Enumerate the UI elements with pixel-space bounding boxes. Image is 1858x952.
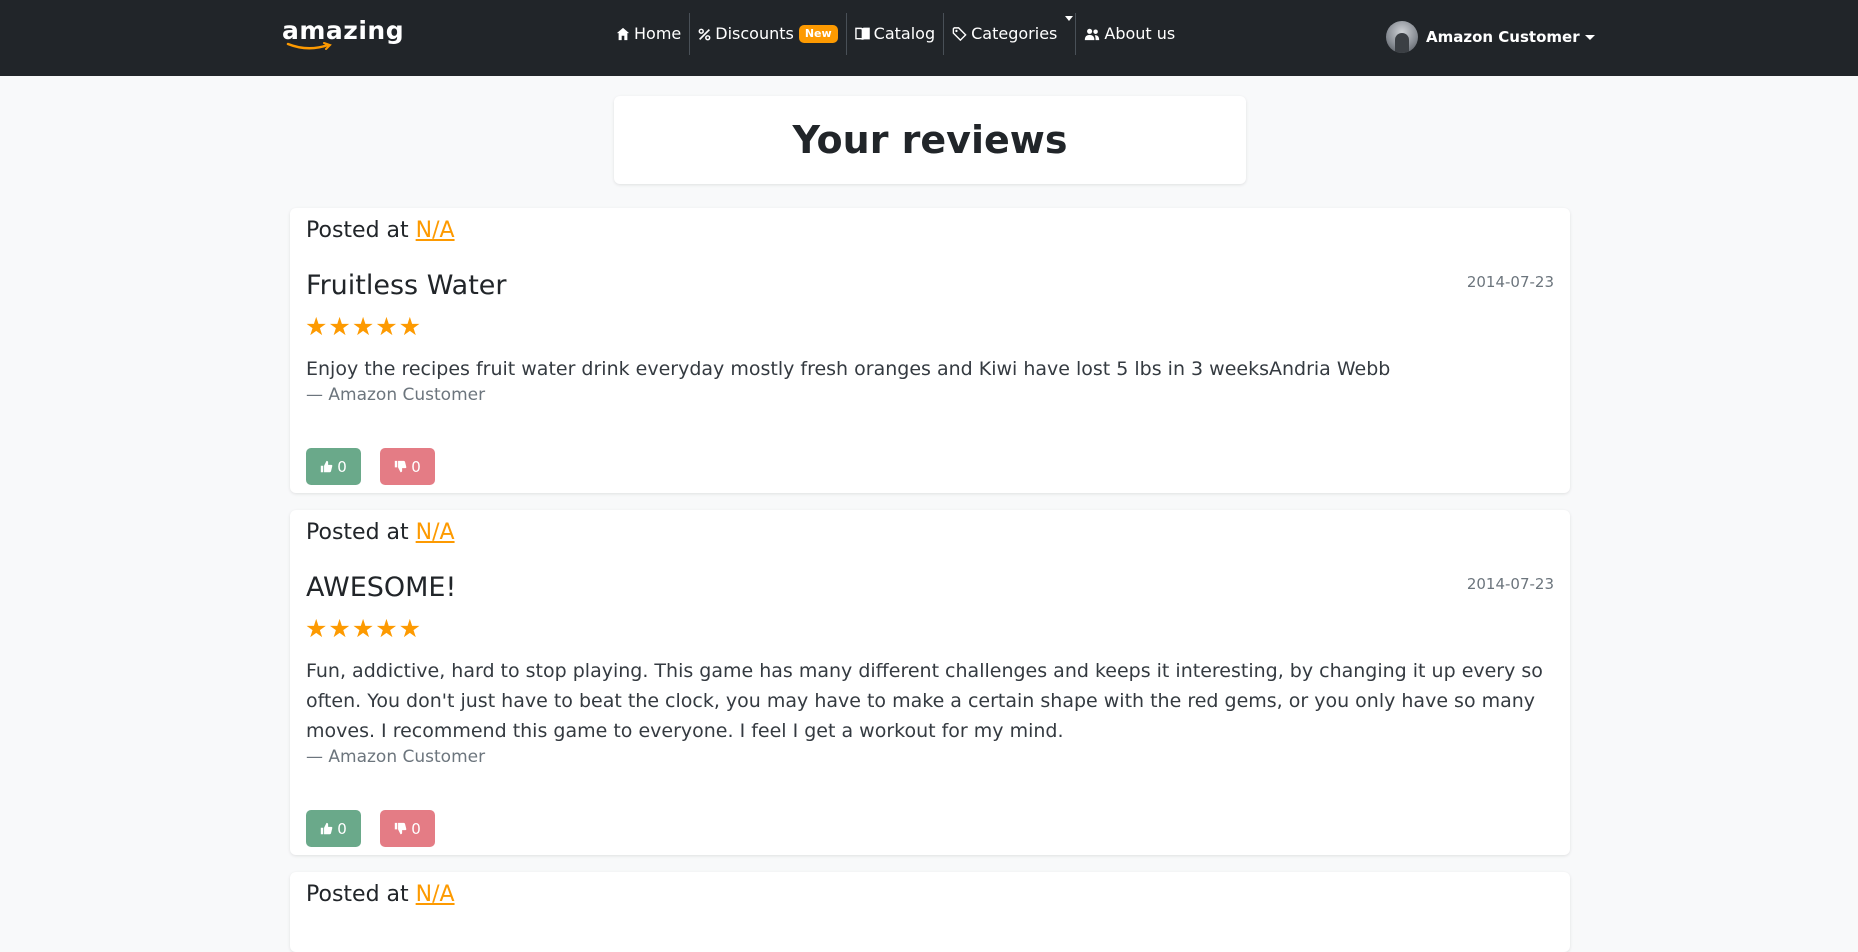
review-card: Posted at N/A Fruitless Water 2014-07-23…	[290, 208, 1570, 493]
nav-categories-label: Categories	[971, 24, 1058, 43]
users-icon	[1084, 28, 1100, 41]
thumbs-up-icon	[321, 822, 333, 835]
page-title: Your reviews	[792, 118, 1068, 162]
review-title: Fruitless Water	[306, 270, 507, 301]
review-date: 2014-07-23	[1466, 273, 1554, 291]
posted-at: Posted at N/A	[306, 882, 455, 907]
downvote-count: 0	[411, 819, 421, 838]
new-badge: New	[798, 25, 838, 43]
home-icon	[616, 27, 630, 41]
brand-logo[interactable]: amazing	[282, 16, 404, 56]
chevron-down-icon	[1065, 16, 1074, 21]
user-name: Amazon Customer	[1426, 28, 1580, 46]
nav-about[interactable]: About us	[1076, 14, 1183, 54]
user-menu[interactable]: Amazon Customer	[1386, 20, 1595, 54]
posted-at-label: Posted at	[306, 218, 409, 243]
nav-discounts-label: Discounts	[715, 24, 794, 43]
thumbs-up-icon	[321, 460, 333, 473]
nav-home-label: Home	[634, 24, 682, 43]
posted-at-label: Posted at	[306, 882, 409, 907]
posted-at: Posted at N/A	[306, 218, 455, 243]
nav-catalog-label: Catalog	[873, 24, 936, 43]
downvote-button[interactable]: 0	[380, 810, 435, 847]
review-body: Fun, addictive, hard to stop playing. Th…	[306, 660, 1543, 742]
nav-about-label: About us	[1104, 24, 1176, 43]
downvote-button[interactable]: 0	[380, 448, 435, 485]
avatar	[1386, 21, 1418, 53]
tags-icon	[952, 27, 967, 41]
review-card: Posted at N/A AWESOME! 2014-07-23 ★★★★★ …	[290, 510, 1570, 855]
nav-discounts[interactable]: Discounts New	[690, 14, 845, 54]
review-author: — Amazon Customer	[306, 385, 486, 405]
percent-icon	[698, 28, 711, 41]
review-author: — Amazon Customer	[306, 747, 486, 767]
posted-at: Posted at N/A	[306, 520, 455, 545]
upvote-count: 0	[337, 819, 347, 838]
posted-at-link[interactable]: N/A	[416, 882, 455, 907]
page-title-card: Your reviews	[614, 96, 1246, 184]
nav-home[interactable]: Home	[608, 14, 689, 54]
upvote-count: 0	[337, 457, 347, 476]
star-rating: ★★★★★	[305, 614, 423, 643]
review-card: Posted at N/A	[290, 872, 1570, 952]
upvote-button[interactable]: 0	[306, 810, 361, 847]
posted-at-link[interactable]: N/A	[416, 218, 455, 243]
nav-catalog[interactable]: Catalog	[847, 14, 943, 54]
main-nav: Home Discounts New Catalog Categories Ab…	[608, 13, 1183, 55]
review-date: 2014-07-23	[1466, 575, 1554, 593]
downvote-count: 0	[411, 457, 421, 476]
book-icon	[854, 27, 870, 41]
posted-at-label: Posted at	[306, 520, 409, 545]
nav-categories[interactable]: Categories	[944, 14, 1075, 54]
posted-at-link[interactable]: N/A	[416, 520, 455, 545]
navbar: amazing Home Discounts New Catalog Categ…	[0, 0, 1858, 76]
upvote-button[interactable]: 0	[306, 448, 361, 485]
thumbs-down-icon	[395, 460, 407, 473]
star-rating: ★★★★★	[305, 312, 423, 341]
chevron-down-icon	[1584, 34, 1595, 40]
review-body: Enjoy the recipes fruit water drink ever…	[306, 358, 1391, 380]
review-title: AWESOME!	[306, 572, 457, 603]
thumbs-down-icon	[395, 822, 407, 835]
smile-arrow-icon	[286, 42, 332, 50]
